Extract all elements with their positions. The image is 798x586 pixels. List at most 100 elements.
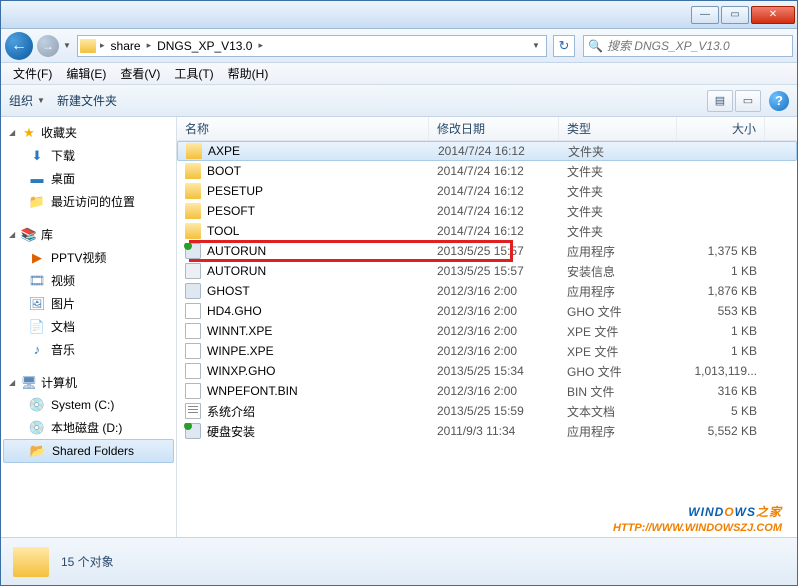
item-icon: ▶ <box>29 250 45 266</box>
item-label: 视频 <box>51 272 75 289</box>
file-name: 硬盘安装 <box>207 423 255 440</box>
sidebar-item[interactable]: 🖼图片 <box>1 292 176 315</box>
help-button[interactable]: ? <box>769 91 789 111</box>
file-icon <box>185 243 201 259</box>
sidebar-item[interactable]: ▶ PPTV视频 <box>1 246 176 269</box>
file-icon <box>185 183 201 199</box>
sidebar-group-head[interactable]: ◢🖥计算机 <box>1 371 176 394</box>
menu-edit[interactable]: 编辑(E) <box>60 63 112 84</box>
sidebar-item[interactable]: 🎞视频 <box>1 269 176 292</box>
menu-view[interactable]: 查看(V) <box>114 63 166 84</box>
file-row[interactable]: HD4.GHO 2012/3/16 2:00 GHO 文件 553 KB <box>177 301 797 321</box>
titlebar: — ▭ ✕ <box>1 1 797 29</box>
file-row[interactable]: AUTORUN 2013/5/25 15:57 应用程序 1,375 KB <box>177 241 797 261</box>
toolbar: 组织▼ 新建文件夹 ▤ ▭ ? <box>1 85 797 117</box>
item-icon: 📁 <box>29 194 45 210</box>
file-pane: 名称 修改日期 类型 大小 AXPE 2014/7/24 16:12 文件夹 B… <box>177 117 797 537</box>
item-icon: 📄 <box>29 319 45 335</box>
column-name[interactable]: 名称 <box>177 117 429 140</box>
maximize-button[interactable]: ▭ <box>721 6 749 24</box>
sidebar-item[interactable]: 📂Shared Folders <box>3 439 174 463</box>
organize-button[interactable]: 组织▼ <box>9 92 45 109</box>
refresh-button[interactable]: ↻ <box>553 35 575 57</box>
file-row[interactable]: PESETUP 2014/7/24 16:12 文件夹 <box>177 181 797 201</box>
column-type[interactable]: 类型 <box>559 117 677 140</box>
file-date: 2013/5/25 15:34 <box>429 364 559 378</box>
menu-help[interactable]: 帮助(H) <box>222 63 275 84</box>
file-list[interactable]: AXPE 2014/7/24 16:12 文件夹 BOOT 2014/7/24 … <box>177 141 797 537</box>
file-name: HD4.GHO <box>207 304 262 318</box>
file-name: WINXP.GHO <box>207 364 275 378</box>
item-label: 本地磁盘 (D:) <box>51 419 122 436</box>
file-row[interactable]: WINNT.XPE 2012/3/16 2:00 XPE 文件 1 KB <box>177 321 797 341</box>
file-row[interactable]: TOOL 2014/7/24 16:12 文件夹 <box>177 221 797 241</box>
address-bar[interactable]: ▸ share ▸ DNGS_XP_V13.0 ▸ ▼ <box>77 35 547 57</box>
sidebar-item[interactable]: ⬇下载 <box>1 144 176 167</box>
item-label: 音乐 <box>51 341 75 358</box>
file-date: 2014/7/24 16:12 <box>429 164 559 178</box>
menubar: 文件(F) 编辑(E) 查看(V) 工具(T) 帮助(H) <box>1 63 797 85</box>
sidebar-item[interactable]: 📁最近访问的位置 <box>1 190 176 213</box>
close-button[interactable]: ✕ <box>751 6 795 24</box>
search-box[interactable]: 🔍 <box>583 35 793 57</box>
back-button[interactable]: ← <box>5 32 33 60</box>
item-label: PPTV视频 <box>51 249 106 266</box>
sidebar-item[interactable]: ▬桌面 <box>1 167 176 190</box>
file-size: 5,552 KB <box>677 424 765 438</box>
new-folder-button[interactable]: 新建文件夹 <box>57 92 117 109</box>
sidebar-item[interactable]: ♪音乐 <box>1 338 176 361</box>
file-date: 2012/3/16 2:00 <box>429 344 559 358</box>
file-type: 应用程序 <box>559 243 677 260</box>
item-label: 图片 <box>51 295 75 312</box>
file-row[interactable]: WINXP.GHO 2013/5/25 15:34 GHO 文件 1,013,1… <box>177 361 797 381</box>
item-label: 下载 <box>51 147 75 164</box>
file-row[interactable]: GHOST 2012/3/16 2:00 应用程序 1,876 KB <box>177 281 797 301</box>
sidebar-group-head[interactable]: ◢📚库 <box>1 223 176 246</box>
item-icon: 📂 <box>30 443 46 459</box>
file-row[interactable]: AXPE 2014/7/24 16:12 文件夹 <box>177 141 797 161</box>
file-name: TOOL <box>207 224 239 238</box>
file-row[interactable]: 系统介绍 2013/5/25 15:59 文本文档 5 KB <box>177 401 797 421</box>
file-size: 1 KB <box>677 324 765 338</box>
nav-history-dropdown[interactable]: ▼ <box>63 41 73 50</box>
file-name: AXPE <box>208 144 240 158</box>
sidebar-group-head[interactable]: ◢★收藏夹 <box>1 121 176 144</box>
file-icon <box>185 403 201 419</box>
file-name: PESOFT <box>207 204 255 218</box>
file-row[interactable]: BOOT 2014/7/24 16:12 文件夹 <box>177 161 797 181</box>
column-date[interactable]: 修改日期 <box>429 117 559 140</box>
file-date: 2013/5/25 15:59 <box>429 404 559 418</box>
preview-pane-button[interactable]: ▭ <box>735 90 761 112</box>
statusbar: 15 个对象 <box>1 537 797 585</box>
forward-button[interactable]: → <box>37 35 59 57</box>
column-size[interactable]: 大小 <box>677 117 765 140</box>
menu-file[interactable]: 文件(F) <box>7 63 58 84</box>
minimize-button[interactable]: — <box>691 6 719 24</box>
menu-tools[interactable]: 工具(T) <box>168 63 219 84</box>
breadcrumb[interactable]: share <box>109 39 143 53</box>
file-type: 文件夹 <box>559 203 677 220</box>
sidebar-item[interactable]: 💿本地磁盘 (D:) <box>1 416 176 439</box>
sidebar-item[interactable]: 💿System (C:) <box>1 394 176 416</box>
group-label: 库 <box>41 226 53 243</box>
file-icon <box>185 383 201 399</box>
file-row[interactable]: AUTORUN 2013/5/25 15:57 安装信息 1 KB <box>177 261 797 281</box>
file-row[interactable]: WINPE.XPE 2012/3/16 2:00 XPE 文件 1 KB <box>177 341 797 361</box>
file-date: 2013/5/25 15:57 <box>429 244 559 258</box>
view-mode-button[interactable]: ▤ <box>707 90 733 112</box>
navbar: ← → ▼ ▸ share ▸ DNGS_XP_V13.0 ▸ ▼ ↻ 🔍 <box>1 29 797 63</box>
breadcrumb[interactable]: DNGS_XP_V13.0 <box>155 39 254 53</box>
file-type: XPE 文件 <box>559 343 677 360</box>
file-date: 2014/7/24 16:12 <box>429 224 559 238</box>
file-date: 2013/5/25 15:57 <box>429 264 559 278</box>
file-row[interactable]: PESOFT 2014/7/24 16:12 文件夹 <box>177 201 797 221</box>
file-type: XPE 文件 <box>559 323 677 340</box>
file-row[interactable]: WNPEFONT.BIN 2012/3/16 2:00 BIN 文件 316 K… <box>177 381 797 401</box>
file-icon <box>185 283 201 299</box>
address-dropdown[interactable]: ▼ <box>528 41 544 50</box>
search-input[interactable] <box>607 39 788 53</box>
folder-icon <box>13 547 49 577</box>
file-icon <box>185 323 201 339</box>
sidebar-item[interactable]: 📄文档 <box>1 315 176 338</box>
file-row[interactable]: 硬盘安装 2011/9/3 11:34 应用程序 5,552 KB <box>177 421 797 441</box>
